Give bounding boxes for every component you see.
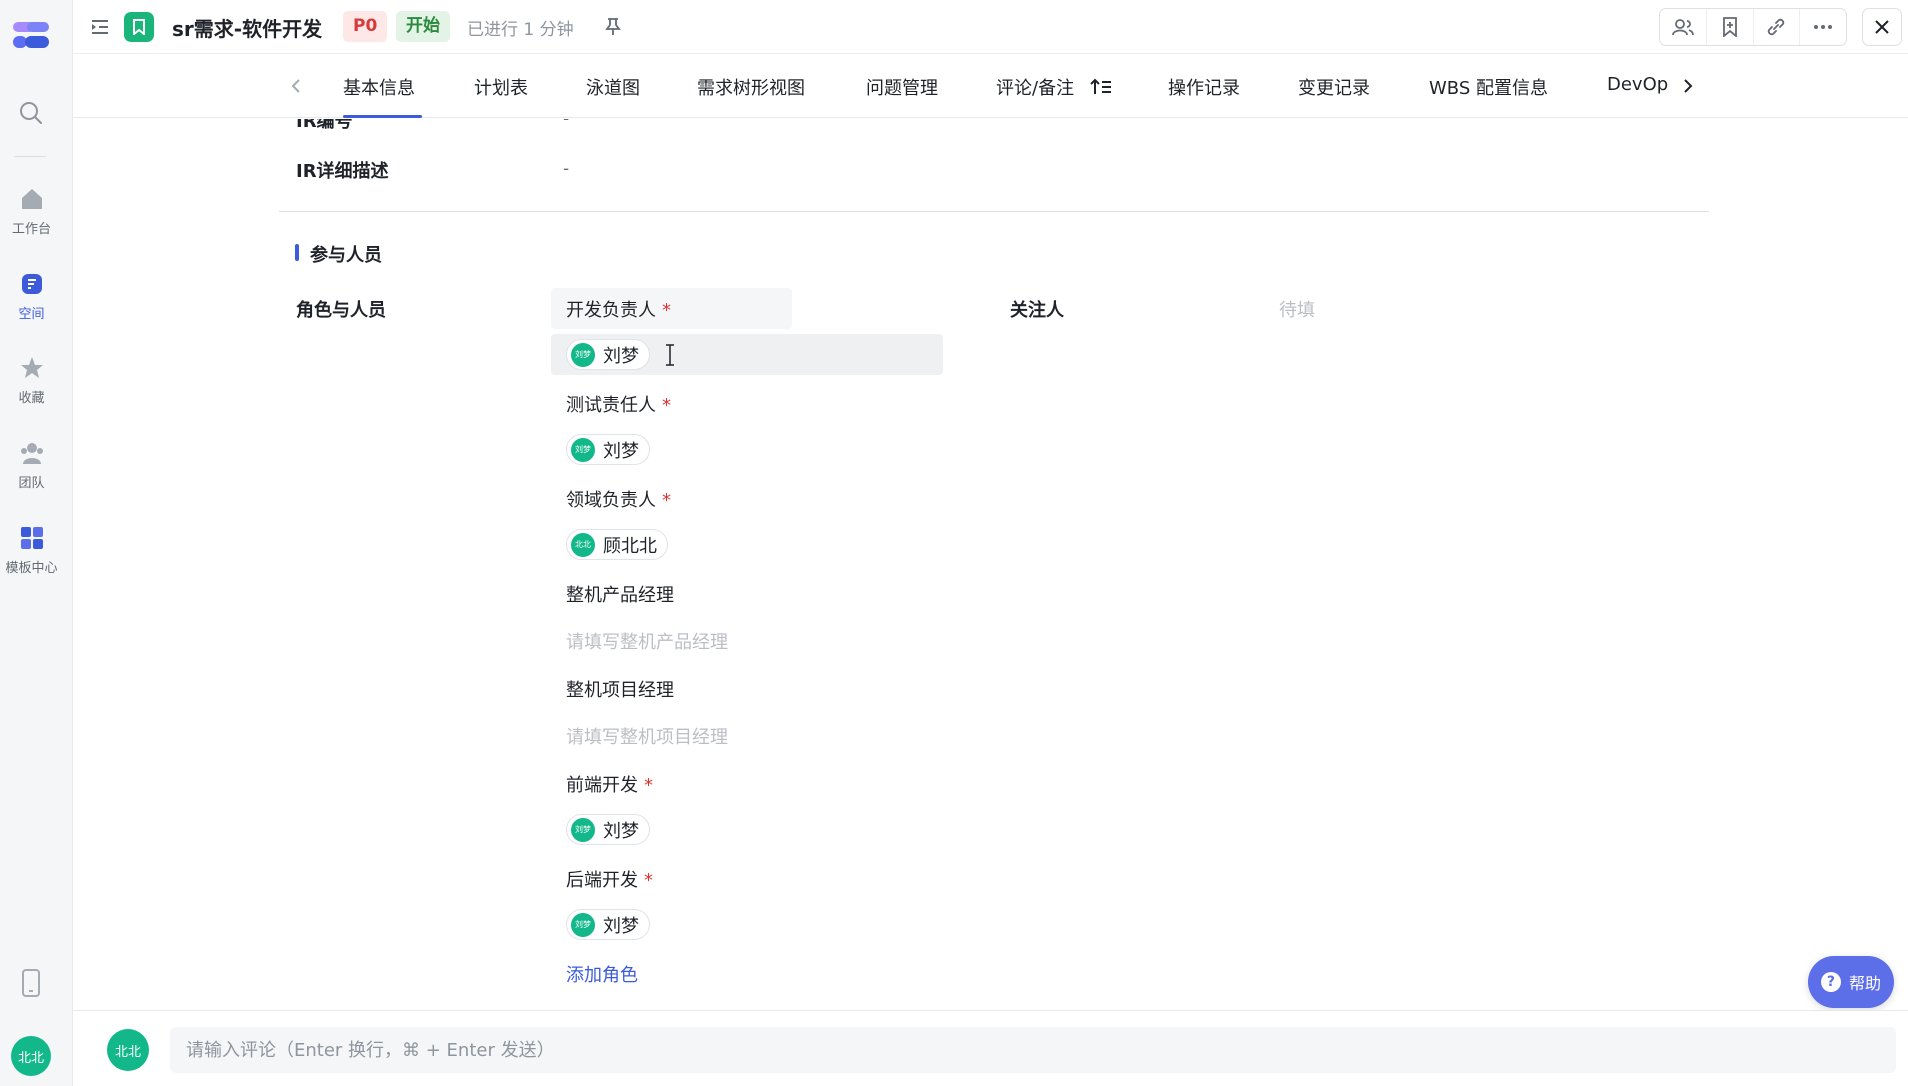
more-icon [1814,25,1833,29]
avatar: 刘梦 [571,342,595,367]
status-badge[interactable]: 开始 [396,11,450,42]
rail-item-workbench[interactable]: 工作台 [0,186,63,237]
person-chip[interactable]: 刘梦 刘梦 [566,814,650,845]
tab-issues[interactable]: 问题管理 [866,74,938,100]
header-toolbar [1659,8,1847,46]
role-label-project-manager: 整机项目经理 [566,680,674,701]
elapsed-time: 已进行 1 分钟 [467,20,574,40]
person-chip[interactable]: 刘梦 刘梦 [566,434,650,465]
avatar: 刘梦 [571,437,595,462]
ir-desc-value[interactable]: - [563,159,569,179]
rail-divider [14,156,46,157]
role-label-dev-owner: 开发负责人 * [566,300,671,321]
team-icon [20,443,43,464]
avatar: 刘梦 [571,817,595,842]
tab-comments[interactable]: 评论/备注 [996,74,1112,100]
project-manager-input[interactable]: 请填写整机项目经理 [566,723,728,749]
members-button[interactable] [1660,9,1707,45]
user-avatar[interactable]: 北北 [11,1036,51,1076]
bookmark-add-button[interactable] [1707,9,1754,45]
tab-basic-info[interactable]: 基本信息 [343,74,415,100]
mobile-icon[interactable] [21,969,41,997]
tab-change-log[interactable]: 变更记录 [1298,74,1370,100]
role-label-product-manager: 整机产品经理 [566,585,674,606]
rail-item-favorites[interactable]: 收藏 [0,355,63,406]
left-rail: 工作台 空间 收藏 团队 模板中心 北北 [0,0,73,1086]
roles-label: 角色与人员 [296,300,386,321]
person-chip[interactable]: 刘梦 刘梦 [566,339,650,370]
comment-bar: 北北 [73,1010,1908,1086]
space-icon [21,274,42,294]
pin-icon[interactable] [603,16,623,36]
app-logo-icon[interactable] [11,18,51,54]
more-button[interactable] [1800,9,1846,45]
close-icon [1875,20,1889,34]
tab-bar: 基本信息 计划表 泳道图 需求树形视图 问题管理 评论/备注 操作记录 变更记录… [73,55,1908,118]
role-label-frontend-dev: 前端开发 * [566,775,653,796]
tab-wbs-config[interactable]: WBS 配置信息 [1429,74,1548,100]
members-icon [1671,19,1694,36]
role-label-test-owner: 测试责任人 * [566,395,671,416]
product-manager-input[interactable]: 请填写整机产品经理 [566,628,728,654]
person-chip[interactable]: 刘梦 刘梦 [566,909,650,940]
rail-item-space[interactable]: 空间 [0,271,63,322]
rail-item-templates[interactable]: 模板中心 [0,525,63,576]
page-title: sr需求-软件开发 [172,17,323,41]
rail-item-team[interactable]: 团队 [0,440,63,491]
help-icon: ? [1820,972,1841,992]
tab-scroll-right-icon[interactable] [1678,77,1696,95]
bookmark-icon [133,19,145,35]
tab-swimlane[interactable]: 泳道图 [586,74,640,100]
watchers-label: 关注人 [1010,300,1064,321]
link-icon [1768,18,1785,36]
collapse-sidebar-icon[interactable] [89,16,111,38]
bookmark-add-icon [1722,17,1737,37]
section-title: 参与人员 [310,245,382,266]
home-icon [21,189,42,209]
avatar: 刘梦 [571,912,595,937]
comment-avatar: 北北 [107,1029,149,1071]
copy-link-button[interactable] [1754,9,1801,45]
search-icon[interactable] [18,100,44,126]
text-cursor-icon [666,344,674,366]
section-marker [295,244,299,261]
comment-input[interactable] [170,1027,1896,1073]
tab-scroll-left-icon[interactable] [288,77,306,95]
item-type-icon [124,12,154,42]
section-divider [279,211,1709,212]
header: sr需求-软件开发 P0 开始 已进行 1 分钟 [73,0,1908,54]
sort-icon[interactable] [1090,78,1112,96]
priority-badge[interactable]: P0 [343,11,388,42]
template-icon [20,527,43,549]
active-tab-indicator [343,115,422,118]
role-label-backend-dev: 后端开发 * [566,870,653,891]
role-label-domain-owner: 领域负责人 * [566,490,671,511]
tab-plan[interactable]: 计划表 [474,74,528,100]
tab-devops[interactable]: DevOp [1607,74,1668,95]
tab-operation-log[interactable]: 操作记录 [1168,74,1240,100]
ir-desc-label: IR详细描述 [296,161,389,182]
help-button[interactable]: ? 帮助 [1808,956,1894,1008]
ir-no-label: IR编号 [296,119,353,132]
add-role-button[interactable]: 添加角色 [566,961,638,987]
person-chip[interactable]: 北北 顾北北 [566,529,668,560]
close-button[interactable] [1862,8,1902,46]
ir-no-value[interactable]: - [563,119,569,129]
watchers-input[interactable]: 待填 [1279,296,1315,322]
tab-tree-view[interactable]: 需求树形视图 [697,74,805,100]
main-content: IR编号 - IR详细描述 - 参与人员 角色与人员 开发负责人 * 刘梦 刘梦 测… [73,119,1908,1010]
star-icon [20,357,43,378]
avatar: 北北 [571,532,595,557]
